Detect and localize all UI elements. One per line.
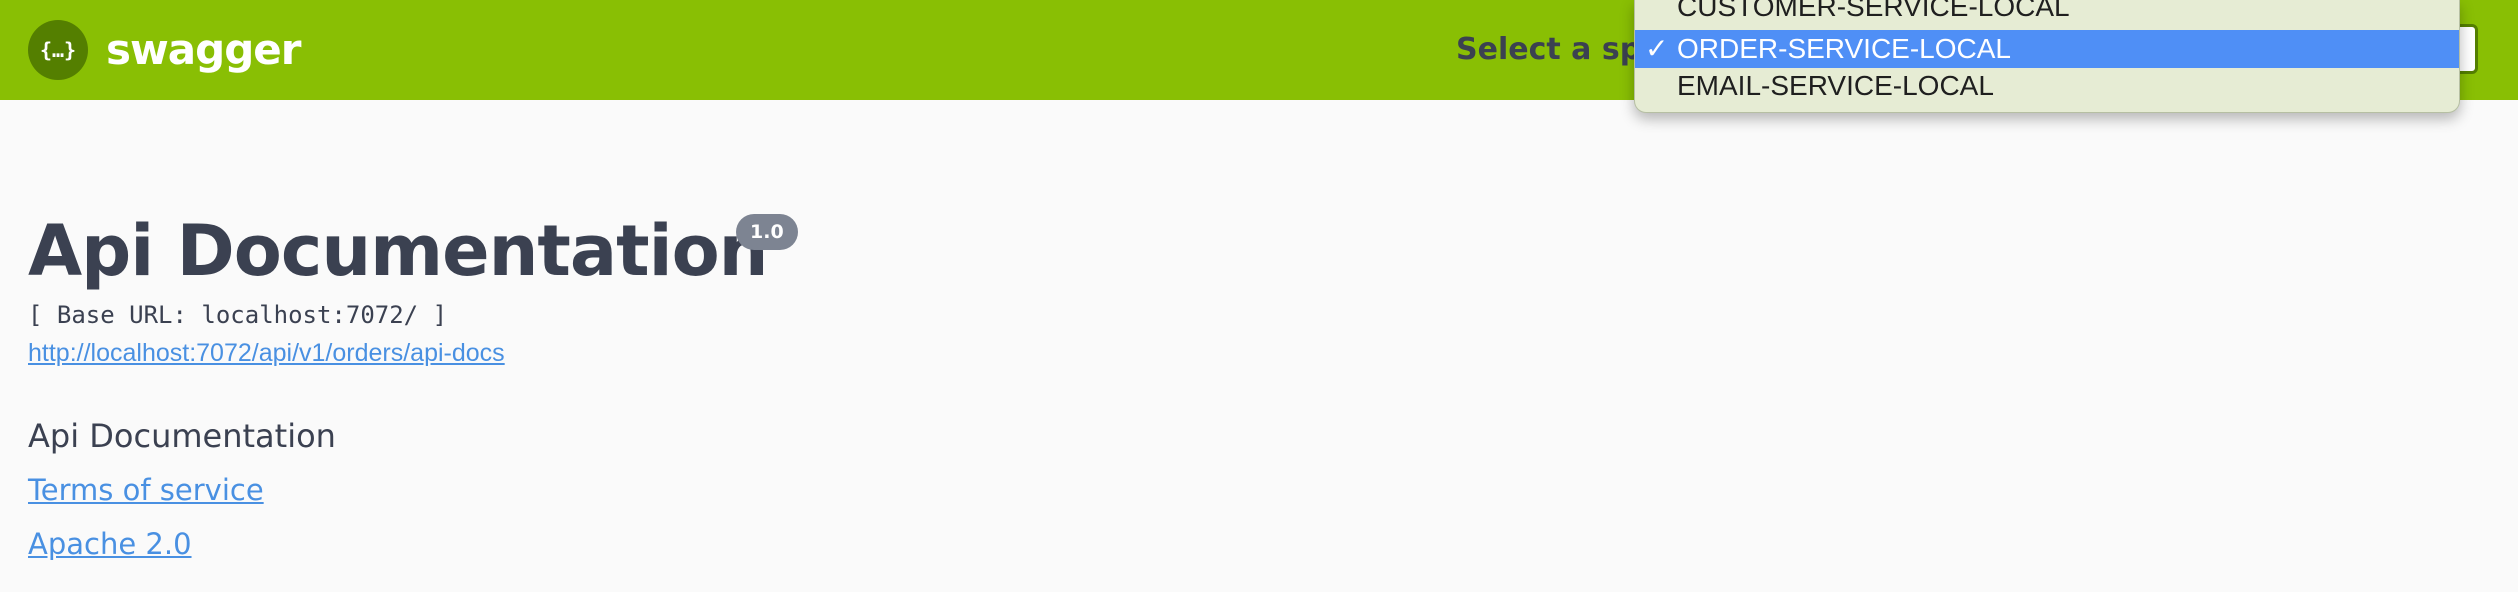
license-link[interactable]: Apache 2.0 [28,524,192,564]
option-label: CUSTOMER-SERVICE-LOCAL [1677,0,2070,22]
terms-of-service-link[interactable]: Terms of service [28,470,264,510]
version-badge: 1.0 [736,214,798,250]
option-label: ORDER-SERVICE-LOCAL [1677,33,2012,64]
spec-select-label: Select a spec [1456,32,1646,67]
spec-dropdown-menu: CUSTOMER-SERVICE-LOCAL ✓ ORDER-SERVICE-L… [1634,0,2460,113]
svg-text:{…}: {…} [40,38,76,62]
dropdown-option-customer-service[interactable]: CUSTOMER-SERVICE-LOCAL [1635,0,2459,26]
base-url: [ Base URL: localhost:7072/ ] [28,301,448,329]
dropdown-option-email-service[interactable]: EMAIL-SERVICE-LOCAL [1635,67,2459,105]
swagger-braces-icon: {…} [40,38,76,62]
brand-name: swagger [106,25,301,74]
option-label: EMAIL-SERVICE-LOCAL [1677,70,1994,101]
checkmark-icon: ✓ [1645,32,1669,65]
dropdown-option-order-service[interactable]: ✓ ORDER-SERVICE-LOCAL [1635,30,2459,68]
api-description: Api Documentation [28,417,336,455]
swagger-logo[interactable]: {…} [28,20,88,80]
page-title: Api Documentation [28,210,768,292]
api-docs-link[interactable]: http://localhost:7072/api/v1/orders/api-… [28,336,505,370]
